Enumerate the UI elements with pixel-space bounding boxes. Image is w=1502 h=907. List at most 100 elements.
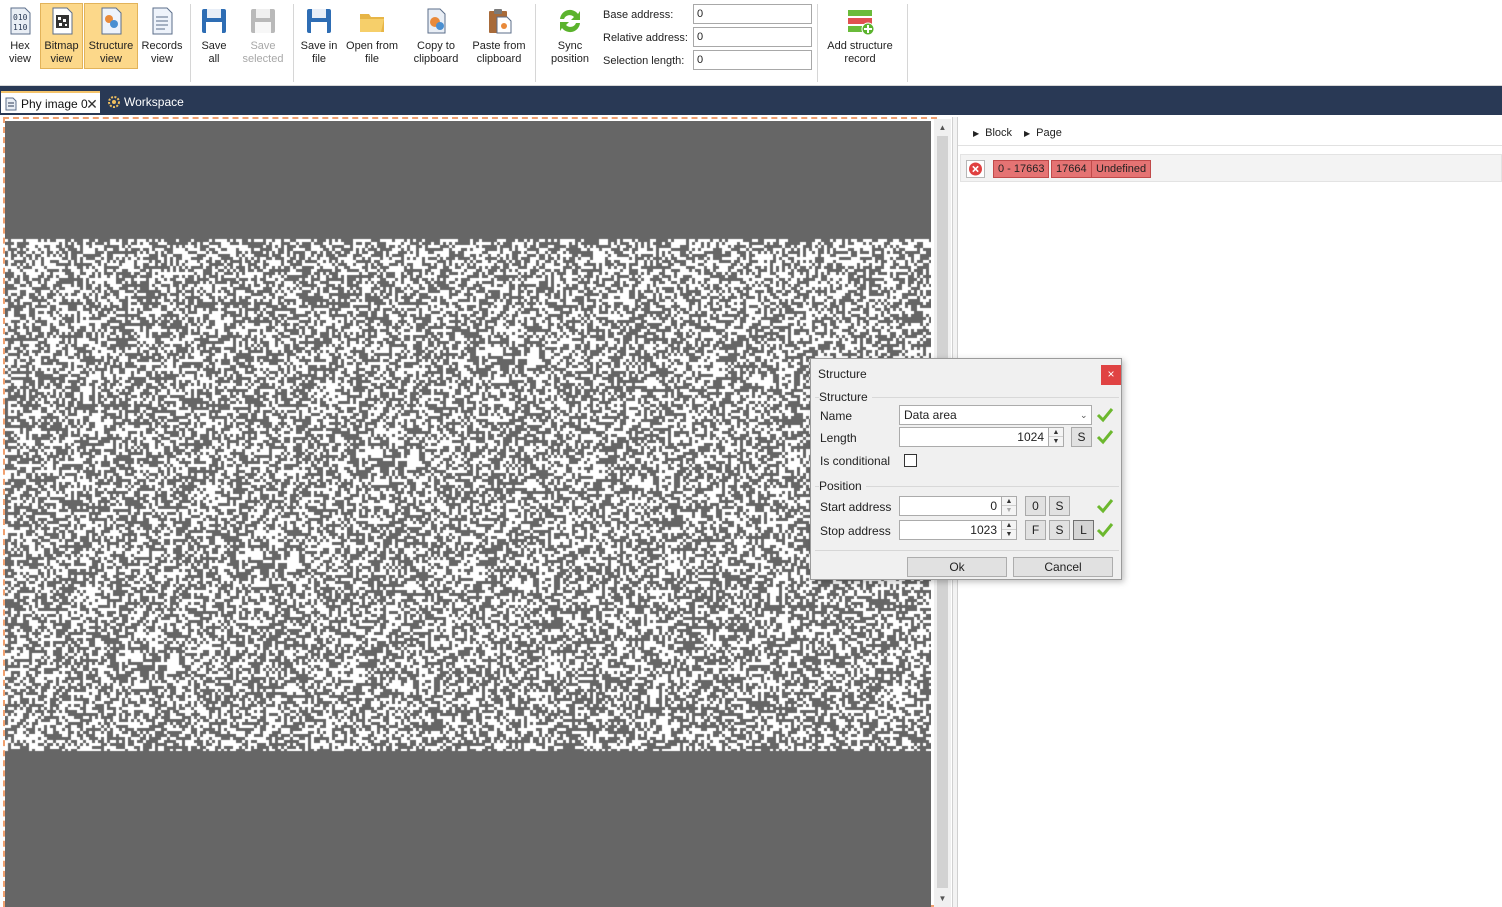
- folder-icon: [360, 14, 384, 32]
- record-range-chip[interactable]: 0 - 17663: [993, 160, 1050, 178]
- length-field[interactable]: 1024: [899, 427, 1049, 447]
- open-from-file-button[interactable]: Open from file: [342, 3, 402, 69]
- tab-workspace-label: Workspace: [124, 95, 184, 109]
- scroll-down-arrow-icon[interactable]: ▼: [934, 890, 951, 907]
- breadcrumb-block-label: Block: [985, 127, 1013, 139]
- hex-document-icon: [5, 97, 17, 111]
- stop-address-stepper[interactable]: ▲ ▼: [1001, 520, 1017, 540]
- check-icon: [1096, 430, 1114, 445]
- check-icon: [1096, 499, 1114, 514]
- dialog-title: Structure: [818, 367, 867, 381]
- document-tab-strip: Phy image 0 ✕ Workspace: [0, 86, 1502, 115]
- copy-to-clipboard-button[interactable]: Copy to clipboard: [408, 3, 464, 69]
- start-address-value: 0: [990, 499, 997, 513]
- is-conditional-checkbox[interactable]: [904, 454, 917, 467]
- open-from-file-label: Open from file: [346, 40, 398, 65]
- paste-from-clipboard-button[interactable]: Paste from clipboard: [469, 3, 529, 69]
- save-in-file-button[interactable]: Save in file: [298, 3, 340, 69]
- ok-button[interactable]: Ok: [907, 557, 1007, 577]
- start-address-stepper[interactable]: ▲ ▼: [1001, 496, 1017, 516]
- sync-position-label: Sync position: [551, 40, 589, 65]
- relative-address-label: Relative address:: [603, 32, 688, 44]
- save-selected-button[interactable]: Save selected: [237, 3, 289, 69]
- position-group-label: Position: [819, 479, 866, 493]
- stop-l-button[interactable]: L: [1073, 520, 1094, 540]
- add-structure-record-icon: [848, 10, 875, 36]
- hex-view-button[interactable]: 010 110 Hex view: [1, 3, 39, 69]
- scroll-up-arrow-icon[interactable]: ▲: [934, 119, 951, 136]
- stepper-up-icon[interactable]: ▲: [1002, 521, 1016, 530]
- sync-arrows-icon: [560, 9, 580, 33]
- floppy-disk-icon: [307, 9, 331, 33]
- bitmap-view-icon: [52, 7, 72, 35]
- breadcrumb-block[interactable]: ▶ Block: [973, 127, 1012, 139]
- svg-text:010: 010: [13, 13, 28, 22]
- stop-address-label: Stop address: [820, 524, 891, 538]
- start-address-field[interactable]: 0: [899, 496, 1002, 516]
- cancel-button[interactable]: Cancel: [1013, 557, 1113, 577]
- tab-workspace[interactable]: Workspace: [104, 91, 214, 113]
- error-record-button[interactable]: [966, 160, 985, 178]
- chevron-down-icon: ⌄: [1080, 410, 1088, 420]
- check-icon: [1096, 408, 1114, 423]
- stepper-down-icon[interactable]: ▼: [1002, 506, 1016, 515]
- name-combobox[interactable]: Data area ⌄: [899, 405, 1092, 425]
- record-size-chip[interactable]: 17664: [1051, 160, 1092, 178]
- hex-view-label: Hex view: [8, 40, 31, 65]
- records-view-icon: [152, 7, 173, 35]
- tab-phy-image[interactable]: Phy image 0 ✕: [1, 91, 100, 113]
- records-view-button[interactable]: Records view: [140, 3, 184, 69]
- structure-dialog: Structure × Structure Name Data area ⌄ L…: [810, 358, 1122, 580]
- toolbar-separator: [817, 4, 818, 82]
- bitmap-view-button[interactable]: Bitmap view: [40, 3, 83, 69]
- selection-length-input[interactable]: [693, 50, 812, 70]
- toolbar-separator: [293, 4, 294, 82]
- floppy-disk-disabled-icon: [251, 9, 275, 33]
- paste-from-clipboard-label: Paste from clipboard: [472, 40, 526, 65]
- length-s-button[interactable]: S: [1071, 427, 1092, 447]
- save-in-file-label: Save in file: [300, 40, 338, 65]
- length-stepper[interactable]: ▲ ▼: [1048, 427, 1064, 447]
- toolbar-separator: [190, 4, 191, 82]
- tab-phy-image-label: Phy image 0: [21, 97, 88, 111]
- stepper-down-icon[interactable]: ▼: [1049, 437, 1063, 446]
- copy-clipboard-icon: [427, 8, 446, 34]
- svg-text:110: 110: [13, 23, 28, 32]
- sync-position-button[interactable]: Sync position: [544, 3, 596, 69]
- stepper-up-icon[interactable]: ▲: [1002, 497, 1016, 506]
- stop-s-button[interactable]: S: [1049, 520, 1070, 540]
- base-address-input[interactable]: [693, 4, 812, 24]
- breadcrumb-page[interactable]: ▶ Page: [1024, 127, 1062, 139]
- record-type-chip[interactable]: Undefined: [1091, 160, 1152, 178]
- start-s-button[interactable]: S: [1049, 496, 1070, 516]
- records-view-label: Records view: [141, 40, 183, 65]
- save-selected-label: Save selected: [242, 40, 284, 65]
- breadcrumb: ▶ Block ▶ Page: [958, 120, 1502, 146]
- start-zero-button[interactable]: 0: [1025, 496, 1046, 516]
- close-icon: ×: [1107, 367, 1115, 381]
- stop-address-field[interactable]: 1023: [899, 520, 1002, 540]
- save-all-label: Save all: [201, 40, 227, 65]
- stepper-down-icon[interactable]: ▼: [1002, 530, 1016, 539]
- bitmap-view-canvas[interactable]: [5, 121, 931, 907]
- breadcrumb-page-label: Page: [1036, 127, 1062, 139]
- close-tab-icon[interactable]: ✕: [85, 93, 99, 115]
- save-all-button[interactable]: Save all: [194, 3, 234, 69]
- name-value: Data area: [904, 408, 957, 422]
- triangle-right-icon: ▶: [1024, 129, 1031, 138]
- error-icon: [969, 162, 982, 176]
- structure-view-label: Structure view: [88, 40, 134, 65]
- structure-view-icon: [101, 7, 122, 35]
- bitmap-view-label: Bitmap view: [44, 40, 79, 65]
- floppy-disk-icon: [202, 9, 226, 33]
- structure-view-button[interactable]: Structure view: [84, 3, 138, 69]
- stepper-up-icon[interactable]: ▲: [1049, 428, 1063, 437]
- add-structure-record-button[interactable]: Add structure record: [822, 3, 898, 69]
- structure-group-label: Structure: [819, 390, 872, 404]
- relative-address-input[interactable]: [693, 27, 812, 47]
- close-dialog-button[interactable]: ×: [1101, 365, 1121, 385]
- dialog-separator: [815, 550, 1119, 551]
- stop-f-button[interactable]: F: [1025, 520, 1046, 540]
- toolbar-separator: [535, 4, 536, 82]
- add-structure-record-label: Add structure record: [827, 40, 893, 65]
